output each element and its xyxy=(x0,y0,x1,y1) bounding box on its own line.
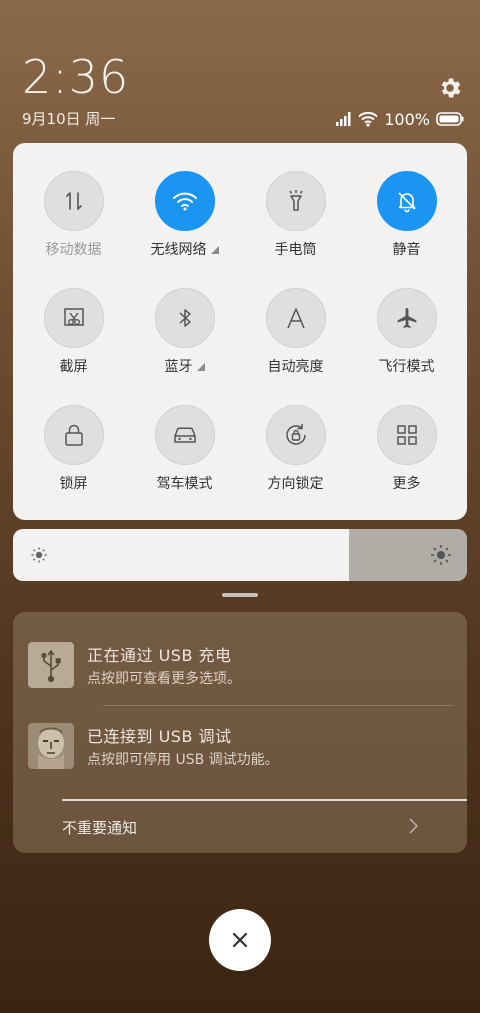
notification-subtitle: 点按即可停用 USB 调试功能。 xyxy=(87,752,279,768)
status-bar: 2:36 9月10日 周一 100% xyxy=(0,0,480,140)
separator xyxy=(103,705,453,706)
quick-settings-panel: 移动数据 无线网络 手电筒 静音 截屏 蓝牙 自动亮度 飞行模式 锁屏 驾车模式… xyxy=(13,143,467,520)
battery-percent: 100% xyxy=(384,109,430,129)
close-button[interactable] xyxy=(209,909,271,971)
tile-auto-brightness[interactable]: 自动亮度 xyxy=(240,288,351,398)
clock: 2:36 xyxy=(22,50,130,104)
grid-icon xyxy=(396,425,417,445)
notification-usb-debugging[interactable]: 已连接到 USB 调试 点按即可停用 USB 调试功能。 xyxy=(13,713,467,783)
tile-label: 驾车模式 xyxy=(156,476,213,492)
mobile-data-icon xyxy=(65,192,82,210)
lock-screen-button[interactable] xyxy=(43,405,104,465)
chevron-right-icon[interactable] xyxy=(404,816,422,836)
letter-a-icon xyxy=(286,308,305,329)
tile-mobile-data[interactable]: 移动数据 xyxy=(18,171,129,281)
rotation-lock-toggle[interactable] xyxy=(265,405,326,465)
wifi-toggle[interactable] xyxy=(154,171,215,231)
tile-label: 无线网络 xyxy=(129,239,240,259)
tile-rotation-lock[interactable]: 方向锁定 xyxy=(240,405,351,515)
lock-icon xyxy=(64,424,83,446)
tile-label: 方向锁定 xyxy=(267,476,324,492)
expand-caret-icon xyxy=(196,363,205,371)
battery-icon xyxy=(436,112,464,126)
car-icon xyxy=(173,427,196,443)
brightness-high-icon xyxy=(431,545,451,565)
tile-driving-mode[interactable]: 驾车模式 xyxy=(129,405,240,515)
minor-notifications-label[interactable]: 不重要通知 xyxy=(62,817,137,838)
bluetooth-toggle[interactable] xyxy=(154,288,215,348)
drag-handle[interactable] xyxy=(222,593,258,597)
airplane-icon xyxy=(397,308,416,328)
signal-icon xyxy=(336,112,351,126)
tile-airplane[interactable]: 飞行模式 xyxy=(351,288,462,398)
driving-mode-toggle[interactable] xyxy=(154,405,215,465)
wifi-icon xyxy=(358,111,378,127)
flashlight-icon xyxy=(288,190,303,211)
tile-silent[interactable]: 静音 xyxy=(351,171,462,281)
screenshot-button[interactable] xyxy=(43,288,104,348)
minor-notifications-divider xyxy=(62,799,467,801)
brightness-slider[interactable] xyxy=(13,529,467,581)
debug-portrait-icon xyxy=(28,723,74,769)
notification-title: 正在通过 USB 充电 xyxy=(87,646,232,665)
tile-label: 锁屏 xyxy=(59,476,88,492)
gear-icon[interactable] xyxy=(437,75,463,101)
notification-subtitle: 点按即可查看更多选项。 xyxy=(87,671,241,687)
tile-label: 飞行模式 xyxy=(378,359,435,375)
tile-more[interactable]: 更多 xyxy=(351,405,462,515)
tile-wifi[interactable]: 无线网络 xyxy=(129,171,240,281)
tile-label: 静音 xyxy=(392,242,421,258)
mobile-data-toggle[interactable] xyxy=(43,171,104,231)
notification-usb-charging[interactable]: 正在通过 USB 充电 点按即可查看更多选项。 xyxy=(13,632,467,702)
notification-title: 已连接到 USB 调试 xyxy=(87,727,232,746)
scissors-icon xyxy=(63,308,84,326)
system-icons: 100% xyxy=(336,109,464,129)
tile-label: 移动数据 xyxy=(45,242,102,258)
tile-label: 自动亮度 xyxy=(267,359,324,375)
tile-label: 蓝牙 xyxy=(129,356,240,376)
airplane-toggle[interactable] xyxy=(376,288,437,348)
tile-label: 更多 xyxy=(392,476,421,492)
silent-toggle[interactable] xyxy=(376,171,437,231)
date: 9月10日 周一 xyxy=(22,110,116,128)
wifi-icon xyxy=(172,192,197,211)
tile-screenshot[interactable]: 截屏 xyxy=(18,288,129,398)
auto-brightness-toggle[interactable] xyxy=(265,288,326,348)
tile-bluetooth[interactable]: 蓝牙 xyxy=(129,288,240,398)
tile-flashlight[interactable]: 手电筒 xyxy=(240,171,351,281)
close-icon xyxy=(232,932,248,948)
brightness-low-icon xyxy=(31,547,47,563)
usb-icon xyxy=(28,642,74,688)
bell-off-icon xyxy=(397,192,416,213)
flashlight-toggle[interactable] xyxy=(265,171,326,231)
more-button[interactable] xyxy=(376,405,437,465)
rotation-lock-icon xyxy=(285,424,306,445)
bluetooth-icon xyxy=(178,309,191,327)
tile-lock-screen[interactable]: 锁屏 xyxy=(18,405,129,515)
expand-caret-icon xyxy=(210,246,219,254)
tile-label: 手电筒 xyxy=(274,242,317,258)
tile-label: 截屏 xyxy=(59,359,88,375)
